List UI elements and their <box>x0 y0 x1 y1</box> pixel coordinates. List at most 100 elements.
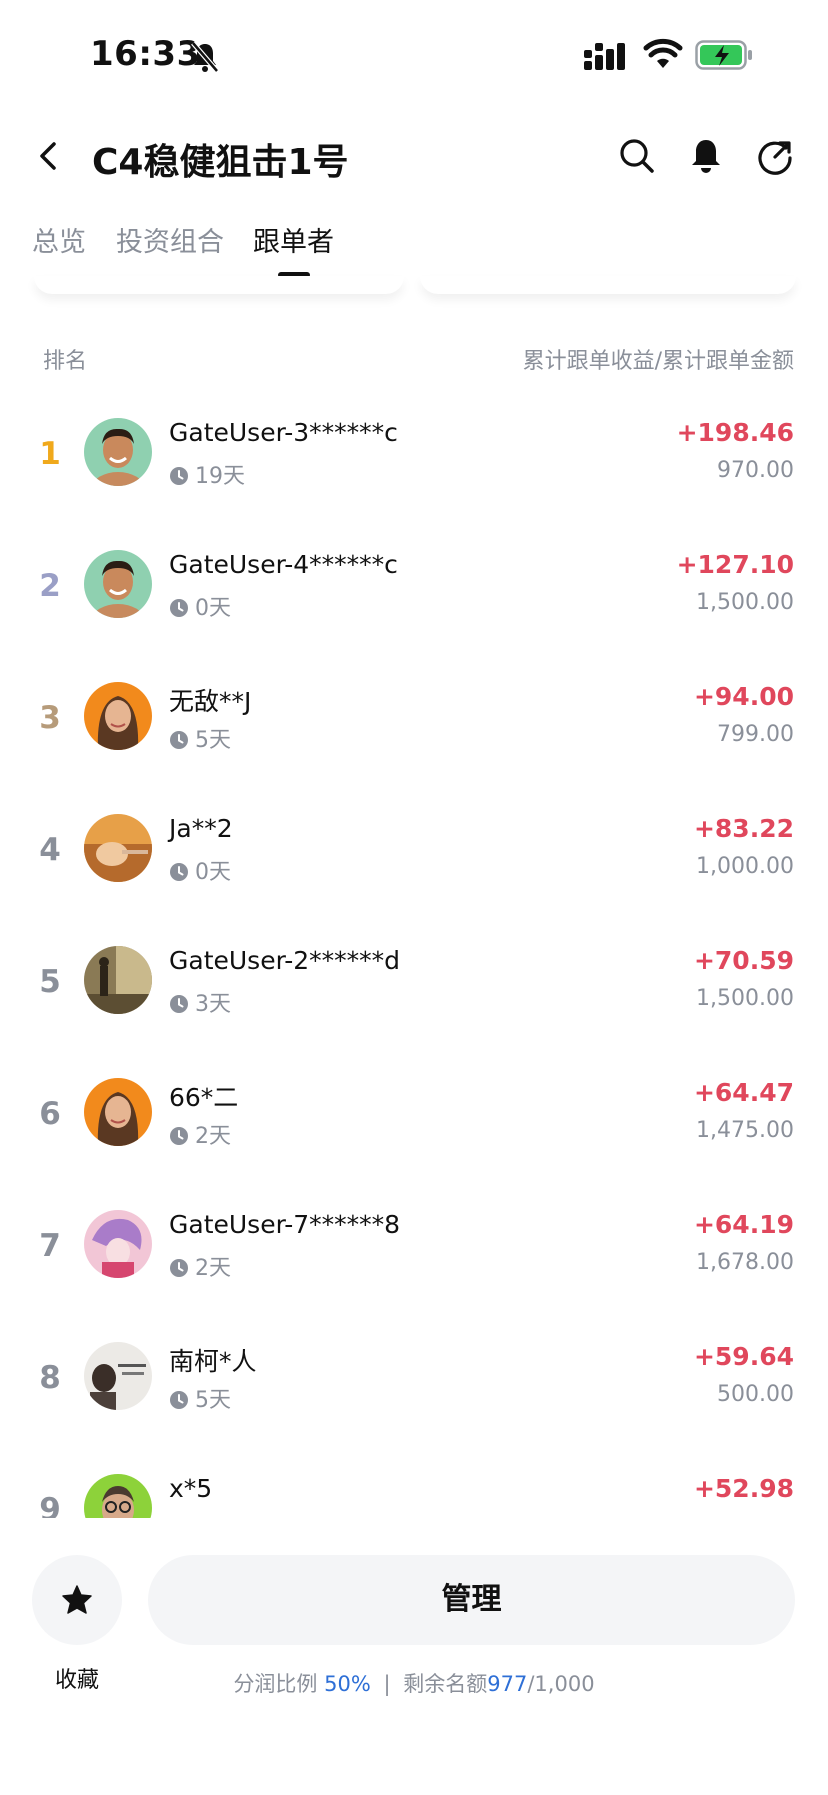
footer-info: 分润比例 50% | 剩余名额977/1,000 <box>0 1668 828 1698</box>
cumulative-profit: +83.22 <box>693 814 794 843</box>
tab-overview[interactable]: 总览 <box>32 220 86 259</box>
manage-button[interactable]: 管理 <box>148 1555 795 1645</box>
follower-list[interactable]: 1 GateUser-3******c 19天 +198.46 970.00 2 GateU… <box>0 396 828 1518</box>
bell-slash-icon <box>191 41 219 73</box>
follow-days: 0天 <box>195 860 231 885</box>
user-name: Ja**2 <box>169 814 233 843</box>
notification-bell-icon[interactable] <box>686 136 726 176</box>
user-avatar <box>84 1078 152 1146</box>
user-avatar <box>84 682 152 750</box>
cumulative-amount: 1,500.00 <box>696 986 794 1011</box>
clock-icon <box>170 995 188 1013</box>
cumulative-profit: +94.00 <box>693 682 794 711</box>
tab-followers[interactable]: 跟单者 <box>253 220 334 259</box>
rank-number: 7 <box>39 1228 61 1264</box>
rank-number: 9 <box>39 1492 61 1518</box>
cumulative-amount: 970.00 <box>717 458 794 483</box>
follow-days: 3天 <box>195 992 231 1017</box>
follow-duration: 0天 <box>169 854 231 886</box>
clock-icon <box>170 1391 188 1409</box>
remaining-total: /1,000 <box>527 1672 595 1696</box>
status-bar: 16:33 <box>0 0 828 110</box>
back-icon[interactable] <box>30 134 66 178</box>
user-avatar <box>84 1210 152 1278</box>
cumulative-amount: 1,475.00 <box>696 1118 794 1143</box>
user-avatar <box>84 814 152 882</box>
user-avatar <box>84 1474 152 1518</box>
rank-number: 6 <box>39 1096 61 1132</box>
follower-row[interactable]: 2 GateUser-4******c 0天 +127.10 1,500.00 <box>0 528 828 660</box>
share-ratio-label: 分润比例 <box>233 1672 318 1696</box>
rank-number: 2 <box>39 568 61 604</box>
cumulative-profit: +127.10 <box>676 550 794 579</box>
cumulative-profit: +59.64 <box>693 1342 794 1371</box>
cumulative-amount: 500.00 <box>717 1382 794 1407</box>
star-icon <box>62 1585 92 1614</box>
cumulative-profit: +52.98 <box>693 1474 794 1503</box>
remaining-label: 剩余名额 <box>403 1672 488 1696</box>
wifi-icon <box>643 38 683 68</box>
follower-row[interactable]: 3 无敌**J 5天 +94.00 799.00 <box>0 660 828 792</box>
follower-row[interactable]: 7 GateUser-7******8 2天 +64.19 1,678.00 <box>0 1188 828 1320</box>
follow-days: 5天 <box>195 728 231 753</box>
tab-bar: 总览 投资组合 跟单者 <box>0 220 828 280</box>
clock-icon <box>170 731 188 749</box>
user-name: GateUser-4******c <box>169 550 398 579</box>
user-avatar <box>84 550 152 618</box>
follow-duration: 3天 <box>169 986 231 1018</box>
follow-duration: 0天 <box>169 590 231 622</box>
user-name: GateUser-7******8 <box>169 1210 401 1239</box>
rank-number: 4 <box>39 832 61 868</box>
rank-number: 5 <box>39 964 61 1000</box>
user-name: GateUser-2******d <box>169 946 401 975</box>
rank-number: 8 <box>39 1360 61 1396</box>
follower-row[interactable]: 8 南柯*人 5天 +59.64 500.00 <box>0 1320 828 1452</box>
rank-number: 3 <box>39 700 61 736</box>
clock-icon <box>170 1127 188 1145</box>
follow-days: 19天 <box>195 464 245 489</box>
follower-row[interactable]: 4 Ja**2 0天 +83.22 1,000.00 <box>0 792 828 924</box>
cumulative-amount: 1,500.00 <box>696 590 794 615</box>
user-name: GateUser-3******c <box>169 418 398 447</box>
card-edge-right <box>420 276 796 294</box>
cumulative-profit: +70.59 <box>693 946 794 975</box>
share-icon[interactable] <box>755 136 795 176</box>
follower-row[interactable]: 1 GateUser-3******c 19天 +198.46 970.00 <box>0 396 828 528</box>
user-name: 66*二 <box>169 1083 239 1112</box>
favorite-button[interactable] <box>32 1555 122 1645</box>
card-edges <box>0 276 828 300</box>
follow-duration: 19天 <box>169 458 245 490</box>
cumulative-amount: 799.00 <box>717 722 794 747</box>
follow-days: 0天 <box>195 596 231 621</box>
user-avatar <box>84 946 152 1014</box>
user-name: 无敌**J <box>169 687 252 716</box>
share-ratio-value: 50% <box>324 1672 371 1696</box>
remaining-value: 977 <box>487 1672 528 1696</box>
follower-row[interactable]: 9 x*5 +52.98 <box>0 1452 828 1518</box>
clock-icon <box>170 1259 188 1277</box>
profit-amount-column-header: 累计跟单收益/累计跟单金额 <box>522 349 794 374</box>
user-avatar <box>84 418 152 486</box>
battery-charging-icon <box>695 40 752 70</box>
search-icon[interactable] <box>617 136 657 176</box>
tab-portfolio[interactable]: 投资组合 <box>116 220 224 259</box>
follow-duration: 2天 <box>169 1250 231 1282</box>
follow-duration: 5天 <box>169 1382 231 1414</box>
cumulative-amount: 1,000.00 <box>696 854 794 879</box>
follower-row[interactable]: 5 GateUser-2******d 3天 +70.59 1,500.00 <box>0 924 828 1056</box>
cumulative-profit: +64.19 <box>693 1210 794 1239</box>
clock-icon <box>170 863 188 881</box>
card-edge-left <box>34 276 404 294</box>
rank-column-header: 排名 <box>43 349 88 374</box>
clock-icon <box>170 467 188 485</box>
rank-number: 1 <box>39 436 61 472</box>
status-time: 16:33 <box>90 34 201 74</box>
user-name: 南柯*人 <box>169 1347 257 1376</box>
follow-duration: 2天 <box>169 1118 231 1150</box>
page-title: C4稳健狙击1号 <box>92 142 349 183</box>
follower-row[interactable]: 6 66*二 2天 +64.47 1,475.00 <box>0 1056 828 1188</box>
signal-icon <box>584 43 625 70</box>
follow-duration: 5天 <box>169 722 231 754</box>
user-avatar <box>84 1342 152 1410</box>
cumulative-profit: +198.46 <box>676 418 794 447</box>
